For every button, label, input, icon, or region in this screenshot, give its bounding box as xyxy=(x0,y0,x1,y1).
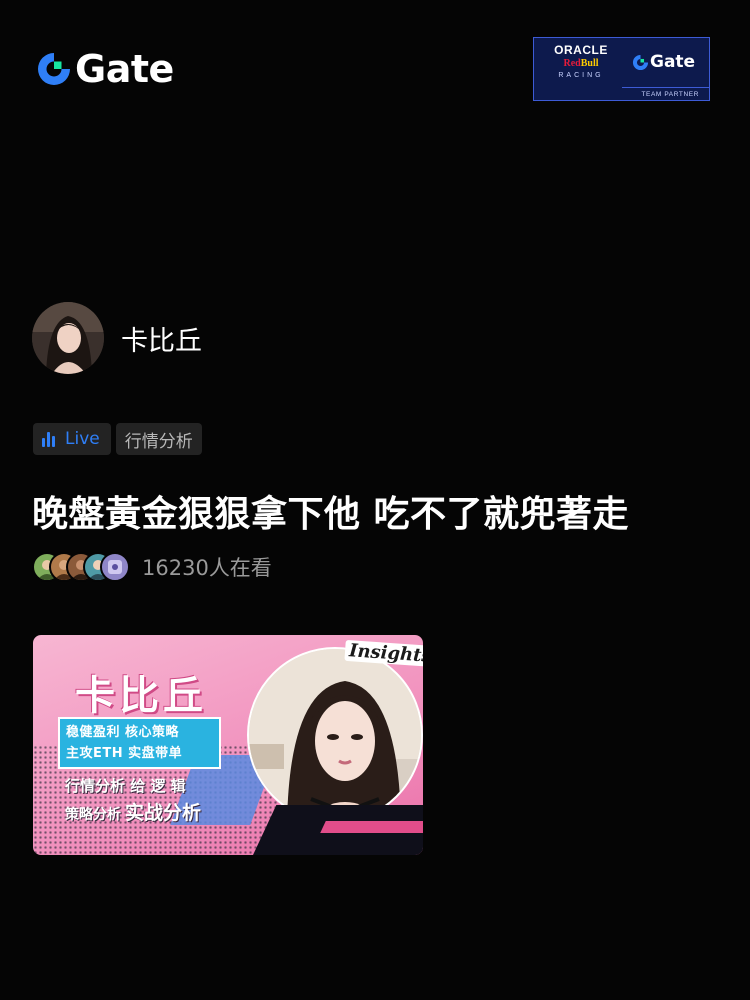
brand-name: Gate xyxy=(75,47,174,91)
cover-host-name: 卡比丘 xyxy=(75,673,207,719)
live-label: Live xyxy=(65,429,100,449)
racing-text: RACING xyxy=(558,72,604,79)
cover-text: 行情分析 给 逻 辑 xyxy=(65,777,186,795)
gate-logo-icon xyxy=(632,54,649,71)
host-avatar[interactable] xyxy=(32,302,104,374)
cover-photo xyxy=(247,647,423,823)
viewer-avatars xyxy=(32,552,130,582)
cover-stripe xyxy=(320,821,423,833)
badge-divider xyxy=(622,87,709,88)
bar-chart-icon xyxy=(42,431,55,447)
viewer-info: 16230人在看 xyxy=(32,552,272,582)
stream-cover[interactable]: Insights 卡比丘 稳健盈利 核心策略 主攻ETH 实盘带单 行情分析 给… xyxy=(33,635,423,855)
cover-highlight-box: 稳健盈利 核心策略 主攻ETH 实盘带单 xyxy=(58,717,221,769)
partner-gate-logo: Gate xyxy=(632,52,695,72)
viewer-count: 16230人在看 xyxy=(142,556,272,580)
host-name[interactable]: 卡比丘 xyxy=(121,319,202,358)
viewer-avatar xyxy=(100,552,130,582)
redbull-text: RedBull xyxy=(563,58,599,69)
redbull-racing-logo: ORACLE RedBull RACING xyxy=(543,44,619,81)
team-partner-caption: TEAM PARTNER xyxy=(641,91,699,98)
gate-logo: Gate xyxy=(36,50,174,88)
host-info[interactable]: 卡比丘 xyxy=(32,302,202,374)
category-tag[interactable]: 行情分析 xyxy=(115,423,202,455)
oracle-text: ORACLE xyxy=(554,43,608,57)
team-partner-badge: ORACLE RedBull RACING Gate TEAM PARTNER xyxy=(533,37,710,101)
cover-text: 策略分析 实战分析 xyxy=(65,802,202,824)
stream-title: 晚盤黃金狠狠拿下他 吃不了就兜著走 xyxy=(32,494,630,535)
stream-tags: Live 行情分析 xyxy=(33,423,202,455)
live-badge: Live xyxy=(33,423,111,455)
gate-logo-icon xyxy=(36,51,72,87)
